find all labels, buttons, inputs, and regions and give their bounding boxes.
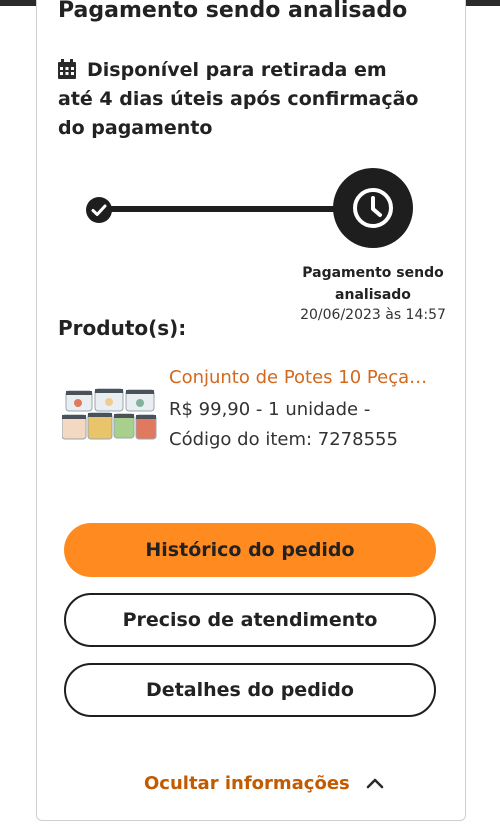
current-step-date: 20/06/2023 às 14:57: [300, 307, 446, 323]
calendar-icon: [58, 59, 76, 79]
hide-info-label: Ocultar informações: [144, 772, 350, 794]
availability-info: Disponível para retirada em até 4 dias ú…: [58, 56, 428, 143]
need-support-button[interactable]: Preciso de atendimento: [64, 593, 436, 647]
order-details-button[interactable]: Detalhes do pedido: [64, 663, 436, 717]
product-name-link[interactable]: Conjunto de Potes 10 Peças...: [169, 367, 429, 388]
products-heading: Produto(s):: [58, 316, 187, 340]
chevron-up-icon: [366, 778, 384, 789]
progress-track: [100, 206, 370, 212]
product-details: R$ 99,90 - 1 unidade - Código do item: 7…: [169, 399, 398, 450]
step-completed: [86, 197, 112, 223]
check-icon: [91, 204, 107, 216]
product-thumbnail[interactable]: [62, 383, 158, 445]
current-step-label: Pagamento sendo analisado: [302, 265, 444, 303]
hide-info-toggle[interactable]: Ocultar informações: [144, 770, 384, 796]
availability-text: Disponível para retirada em até 4 dias ú…: [58, 59, 419, 139]
step-current: [333, 168, 413, 248]
clock-icon: [353, 188, 393, 228]
order-history-button[interactable]: Histórico do pedido: [64, 523, 436, 577]
order-status-title: Pagamento sendo analisado: [58, 0, 408, 23]
